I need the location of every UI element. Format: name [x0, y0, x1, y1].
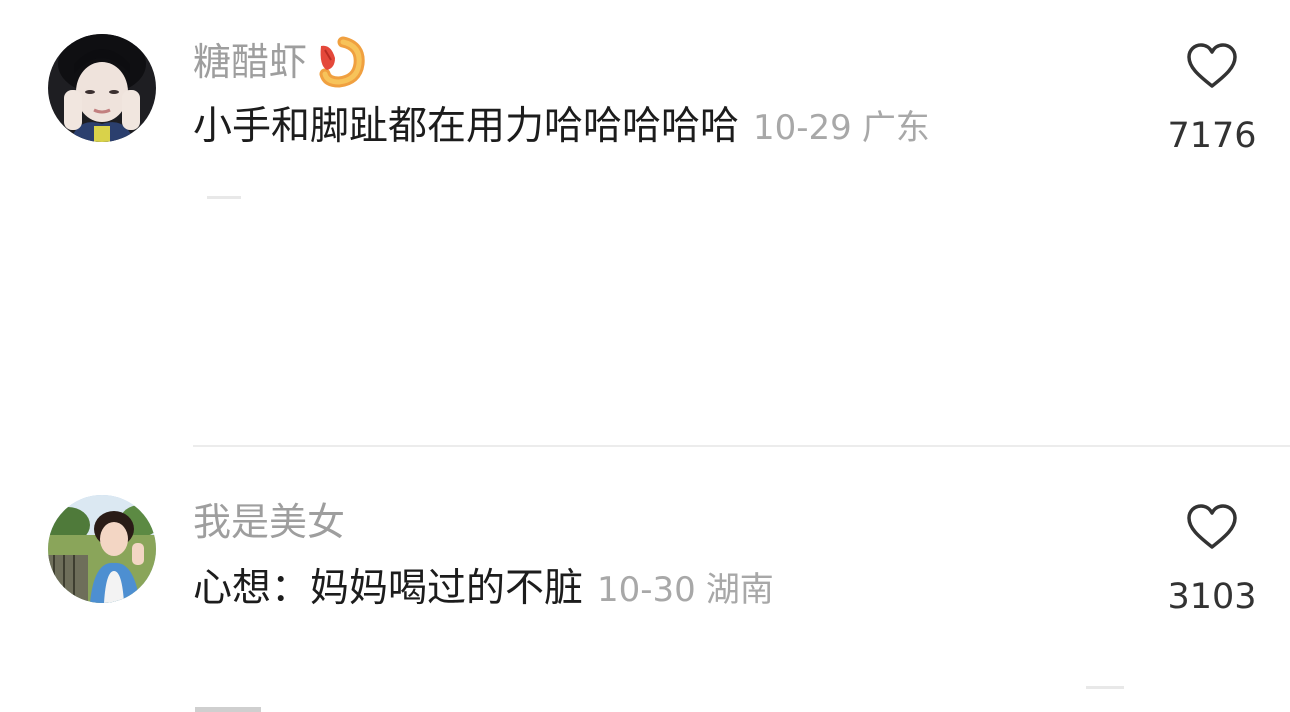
- username[interactable]: 糖醋虾: [193, 36, 365, 88]
- heart-outline-icon[interactable]: [1186, 503, 1238, 551]
- faint-mark: [195, 707, 261, 712]
- avatar[interactable]: [48, 34, 156, 142]
- like-group[interactable]: 7176: [1157, 42, 1267, 156]
- username[interactable]: 我是美女: [193, 498, 345, 546]
- faint-mark: [1086, 686, 1124, 689]
- comment-location: 广东: [861, 108, 930, 148]
- comment-meta: 10-29 广东: [753, 108, 930, 148]
- shrimp-emoji-icon: [313, 36, 365, 88]
- heart-outline-icon[interactable]: [1186, 42, 1238, 90]
- like-count: 3103: [1167, 577, 1257, 617]
- comment-content: 小手和脚趾都在用力哈哈哈哈哈 10-29 广东: [193, 102, 930, 153]
- faint-mark: [207, 196, 241, 199]
- comment-date: 10-30: [597, 570, 696, 610]
- like-group[interactable]: 3103: [1157, 503, 1267, 617]
- like-count: 7176: [1167, 116, 1257, 156]
- comment-text: 小手和脚趾都在用力哈哈哈哈哈: [193, 104, 740, 149]
- avatar[interactable]: [48, 495, 156, 603]
- comment-date: 10-29: [753, 108, 852, 148]
- divider: [193, 445, 1290, 447]
- username-text: 糖醋虾: [193, 40, 308, 84]
- comment-content: 心想：妈妈喝过的不脏 10-30 湖南: [193, 564, 774, 615]
- avatar-image: [48, 34, 156, 142]
- comment-text: 心想：妈妈喝过的不脏: [193, 566, 584, 611]
- comment-location: 湖南: [705, 570, 774, 610]
- comment-meta: 10-30 湖南: [597, 570, 774, 610]
- avatar-image: [48, 495, 156, 603]
- username-text: 我是美女: [193, 500, 346, 544]
